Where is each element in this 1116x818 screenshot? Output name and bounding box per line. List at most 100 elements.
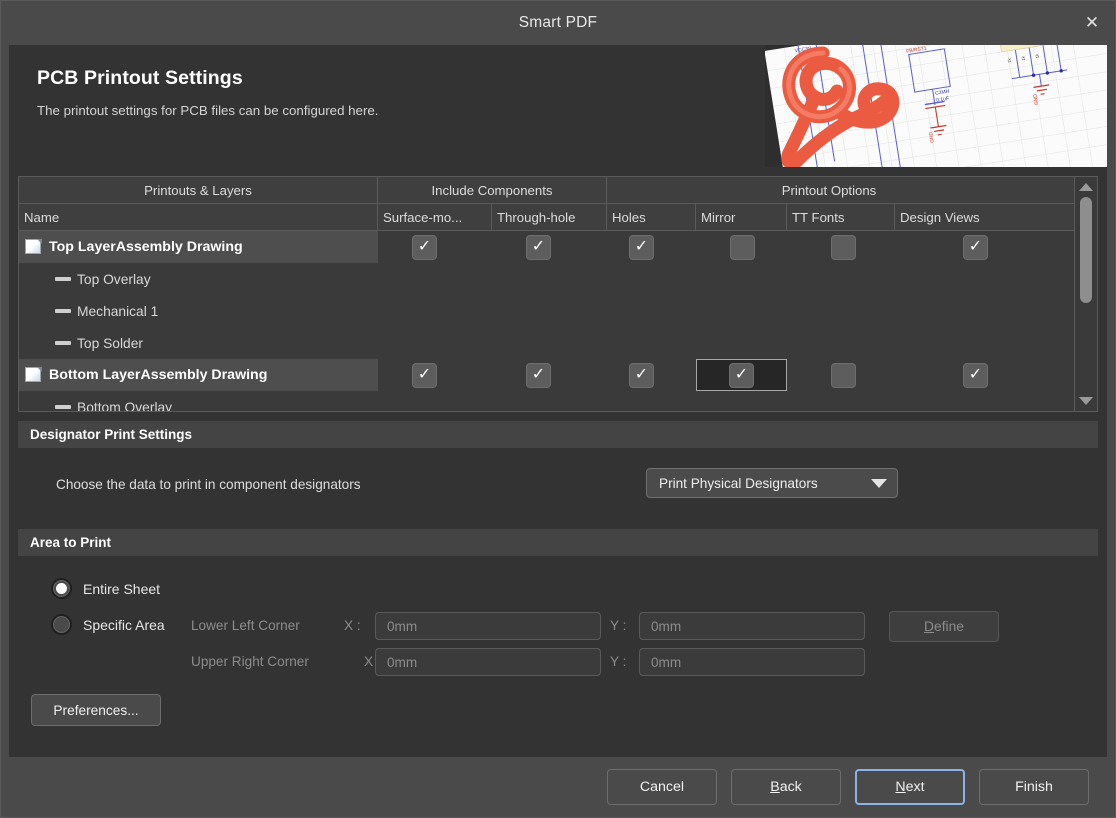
banner: FB/RST1 GND GND GND GND C3MH 0.1uF VCC3V [9,45,1107,167]
cell-holes[interactable]: ✓ [607,231,696,263]
table-row[interactable]: Bottom LayerAssembly Drawing ✓ ✓ ✓ ✓ ✓ [19,359,1074,391]
table-row[interactable]: Mechanical 1 [19,295,1074,327]
checkbox-through-hole[interactable]: ✓ [526,234,551,260]
column-header-mirror[interactable]: Mirror [696,204,787,230]
checkbox-tt-fonts[interactable]: ✓ [831,234,856,260]
checkbox-tt-fonts[interactable]: ✓ [831,362,856,388]
lower-left-corner-label: Lower Left Corner [191,618,300,633]
scrollbar-track[interactable] [1075,191,1097,397]
scrollbar-thumb[interactable] [1080,197,1092,303]
row-name-cell[interactable]: Top LayerAssembly Drawing [19,231,378,263]
row-name-cell[interactable]: Top Overlay [19,263,378,295]
preferences-button[interactable]: Preferences... [31,694,161,726]
designator-label: Choose the data to print in component de… [56,476,361,492]
checkbox-surface-mount[interactable]: ✓ [412,362,437,388]
column-header-design-views[interactable]: Design Views [895,204,1050,230]
cell-through-hole[interactable]: ✓ [492,231,607,263]
checkbox-design-views[interactable]: ✓ [963,362,988,388]
row-label: Top Solder [77,335,143,351]
cell-surface-mount[interactable]: ✓ [378,359,492,391]
designator-row: Choose the data to print in component de… [18,448,1098,520]
next-button[interactable]: Next [855,769,965,805]
upper-right-corner-label: Upper Right Corner [191,654,309,669]
define-accel: D [924,619,935,634]
finish-button[interactable]: Finish [979,769,1089,805]
row-name-cell[interactable]: Bottom LayerAssembly Drawing [19,359,378,391]
designator-section-body: Choose the data to print in component de… [9,448,1107,520]
column-header-holes[interactable]: Holes [607,204,696,230]
next-accel: N [895,779,906,795]
checkbox-design-views[interactable]: ✓ [963,234,988,260]
radio-entire-sheet[interactable]: Entire Sheet [51,578,160,599]
area-section-body: Entire Sheet Specific Area Lower Left Co… [9,556,1107,726]
checkbox-through-hole[interactable]: ✓ [526,362,551,388]
column-header-through-hole[interactable]: Through-hole [492,204,607,230]
scroll-down-arrow-icon[interactable] [1079,397,1093,405]
radio-entire-sheet-indicator[interactable] [51,578,72,599]
column-header-name[interactable]: Name [19,204,378,230]
row-label: Top Overlay [77,271,151,287]
checkbox-holes[interactable]: ✓ [629,234,654,260]
chevron-down-icon [871,478,887,488]
radio-entire-sheet-label: Entire Sheet [83,580,161,597]
cell-holes[interactable]: ✓ [607,359,696,391]
radio-specific-area[interactable]: Specific Area [51,614,165,635]
upper-right-x-input[interactable]: 0mm [375,648,601,676]
back-accel: B [770,779,780,795]
checkbox-mirror[interactable]: ✓ [730,234,755,260]
row-name-cell[interactable]: Top Solder [19,327,378,359]
column-header-surface-mount[interactable]: Surface-mo... [378,204,492,230]
cell-mirror[interactable]: ✓ [696,231,787,263]
designator-dropdown-value: Print Physical Designators [659,475,818,491]
cancel-button[interactable]: Cancel [607,769,717,805]
radio-specific-area-indicator[interactable] [51,614,72,635]
cell-tt-fonts[interactable]: ✓ [787,231,895,263]
cell-through-hole[interactable]: ✓ [492,359,607,391]
checkbox-mirror[interactable]: ✓ [729,362,754,388]
lower-left-y-label: Y : [610,618,627,633]
cell-tt-fonts[interactable]: ✓ [787,359,895,391]
column-header-tt-fonts[interactable]: TT Fonts [787,204,895,230]
define-button[interactable]: Define [889,611,999,642]
printouts-layers-table: Printouts & Layers Include Components Pr… [18,176,1098,412]
document-icon [23,238,42,256]
back-rest: ack [779,779,802,795]
banner-text-block: PCB Printout Settings The printout setti… [9,45,1107,118]
document-icon [23,366,42,384]
row-label: Mechanical 1 [77,303,159,319]
table-row[interactable]: Top LayerAssembly Drawing ✓ ✓ ✓ ✓ ✓ [19,231,1074,263]
cell-design-views[interactable]: ✓ [895,231,1050,263]
page-title: PCB Printout Settings [37,67,243,89]
scroll-up-arrow-icon[interactable] [1079,183,1093,191]
group-header-include-components[interactable]: Include Components [378,177,607,203]
close-icon[interactable]: ✕ [1069,1,1115,45]
row-name-cell[interactable]: Bottom Overlay [19,391,378,411]
page-subtitle: The printout settings for PCB files can … [37,103,379,118]
cell-mirror[interactable]: ✓ [696,359,787,391]
lower-left-x-input[interactable]: 0mm [375,612,601,640]
lower-left-y-input[interactable]: 0mm [639,612,865,640]
layer-dash-icon [55,405,71,409]
back-button[interactable]: Back [731,769,841,805]
table-row[interactable]: Top Solder [19,327,1074,359]
table-viewport: Printouts & Layers Include Components Pr… [19,177,1074,411]
row-label: Bottom LayerAssembly Drawing [49,367,268,383]
cell-design-views[interactable]: ✓ [895,359,1050,391]
group-header-printout-options[interactable]: Printout Options [607,177,1051,203]
row-name-cell[interactable]: Mechanical 1 [19,295,378,327]
area-section-header: Area to Print [18,529,1098,556]
checkbox-holes[interactable]: ✓ [629,362,654,388]
next-rest: ext [905,779,925,795]
group-header-printouts-layers[interactable]: Printouts & Layers [19,177,378,203]
designator-dropdown[interactable]: Print Physical Designators [646,468,898,498]
lower-left-x-label: X : [344,618,361,633]
cell-surface-mount[interactable]: ✓ [378,231,492,263]
table-vertical-scrollbar[interactable] [1074,177,1097,411]
dialog-body: FB/RST1 GND GND GND GND C3MH 0.1uF VCC3V [9,45,1107,757]
define-rest: efine [934,619,964,634]
table-row[interactable]: Bottom Overlay [19,391,1074,411]
row-label: Top LayerAssembly Drawing [49,239,243,255]
checkbox-surface-mount[interactable]: ✓ [412,234,437,260]
upper-right-y-input[interactable]: 0mm [639,648,865,676]
table-row[interactable]: Top Overlay [19,263,1074,295]
